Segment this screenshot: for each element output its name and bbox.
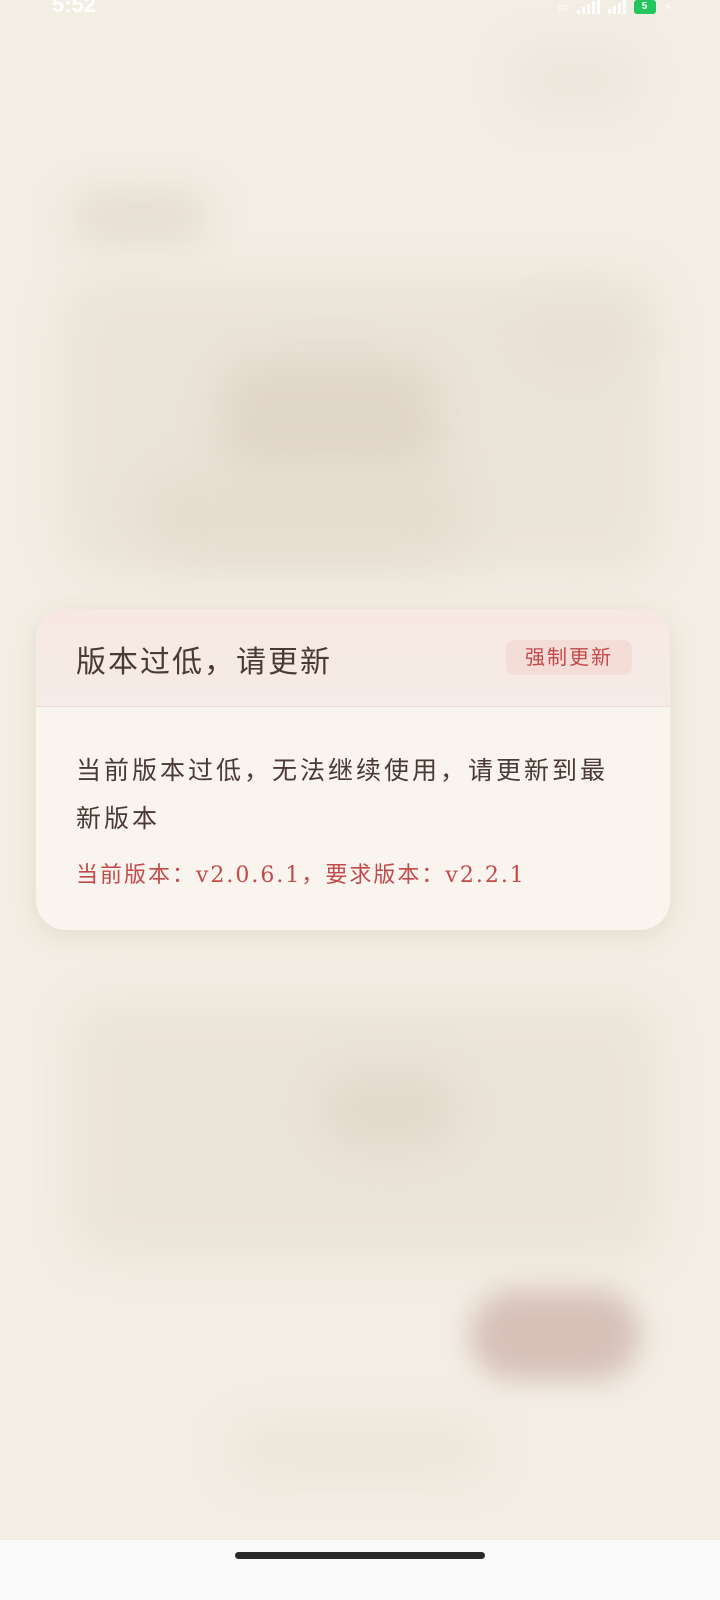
network-type-label: 5G — [557, 4, 569, 13]
dialog-body: 当前版本过低，无法继续使用，请更新到最新版本 当前版本：v2.0.6.1，要求版… — [36, 707, 670, 889]
status-time: 5:52 — [52, 0, 97, 17]
background-blur-block — [140, 470, 470, 560]
home-indicator[interactable] — [235, 1552, 485, 1559]
dialog-message: 当前版本过低，无法继续使用，请更新到最新版本 — [76, 756, 609, 833]
update-dialog: 版本过低，请更新 强制更新 当前版本过低，无法继续使用，请更新到最新版本 当前版… — [36, 609, 670, 930]
signal-icon — [607, 0, 626, 14]
dialog-header: 版本过低，请更新 强制更新 — [36, 609, 670, 707]
background-blur-block — [320, 1070, 460, 1150]
signal-icon — [576, 0, 600, 14]
background-blur-block — [220, 360, 440, 480]
charging-icon: ⚡ — [663, 0, 672, 14]
battery-icon: 5 — [633, 0, 656, 14]
background-blur-button — [470, 1290, 640, 1380]
status-bar: 5:52 5G 5 ⚡ — [0, 0, 720, 20]
navigation-bar — [0, 1540, 720, 1600]
background-blur-block — [230, 1420, 490, 1480]
background-blur-block — [70, 195, 210, 239]
background-blur-block — [520, 310, 630, 370]
version-info: 当前版本：v2.0.6.1，要求版本：v2.2.1 — [76, 863, 526, 888]
background-blur-block — [510, 45, 640, 115]
dialog-title: 版本过低，请更新 — [76, 645, 332, 680]
status-icons: 5G 5 ⚡ — [558, 0, 672, 14]
force-update-badge: 强制更新 — [506, 640, 632, 675]
